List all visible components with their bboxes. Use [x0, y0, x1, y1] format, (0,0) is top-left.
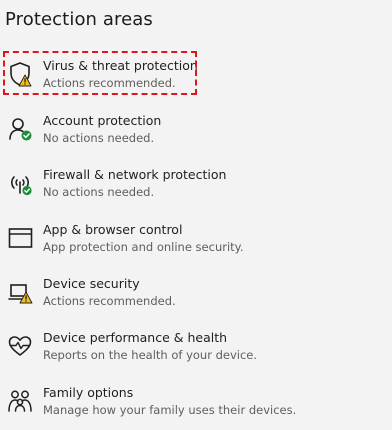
account-protection-title: Account protection: [43, 113, 162, 128]
family-options-icon: [6, 387, 34, 415]
firewall-network-protection-item[interactable]: Firewall & network protection No actions…: [4, 165, 384, 209]
app-browser-control-icon: [6, 224, 34, 252]
firewall-network-protection-status: No actions needed.: [43, 185, 155, 199]
account-protection-item[interactable]: Account protection No actions needed.: [4, 111, 384, 155]
virus-threat-protection-status: Actions recommended.: [43, 76, 176, 90]
device-security-status: Actions recommended.: [43, 294, 176, 308]
device-performance-health-title: Device performance & health: [43, 330, 228, 345]
virus-shield-warning-icon: [6, 60, 34, 88]
app-browser-control-title: App & browser control: [43, 222, 183, 237]
firewall-network-icon: [6, 169, 34, 197]
virus-threat-protection-title: Virus & threat protection: [43, 58, 198, 73]
section-heading: Protection areas: [5, 9, 153, 30]
device-security-item[interactable]: Device security Actions recommended.: [4, 274, 384, 318]
device-security-warning-icon: [6, 278, 34, 306]
firewall-network-protection-title: Firewall & network protection: [43, 167, 227, 182]
app-browser-control-item[interactable]: App & browser control App protection and…: [4, 220, 384, 264]
virus-threat-protection-item[interactable]: Virus & threat protection Actions recomm…: [4, 56, 384, 100]
family-options-status: Manage how your family uses their device…: [43, 403, 297, 417]
family-options-title: Family options: [43, 385, 134, 400]
device-performance-health-item[interactable]: Device performance & health Reports on t…: [4, 328, 384, 372]
account-protection-status: No actions needed.: [43, 131, 155, 145]
windows-security-page: Protection areas Virus & threat protecti…: [0, 0, 392, 430]
device-security-title: Device security: [43, 276, 140, 291]
app-browser-control-status: App protection and online security.: [43, 240, 244, 254]
device-health-heart-icon: [6, 332, 34, 360]
device-performance-health-status: Reports on the health of your device.: [43, 348, 258, 362]
account-protection-icon: [6, 115, 34, 143]
family-options-item[interactable]: Family options Manage how your family us…: [4, 383, 384, 427]
